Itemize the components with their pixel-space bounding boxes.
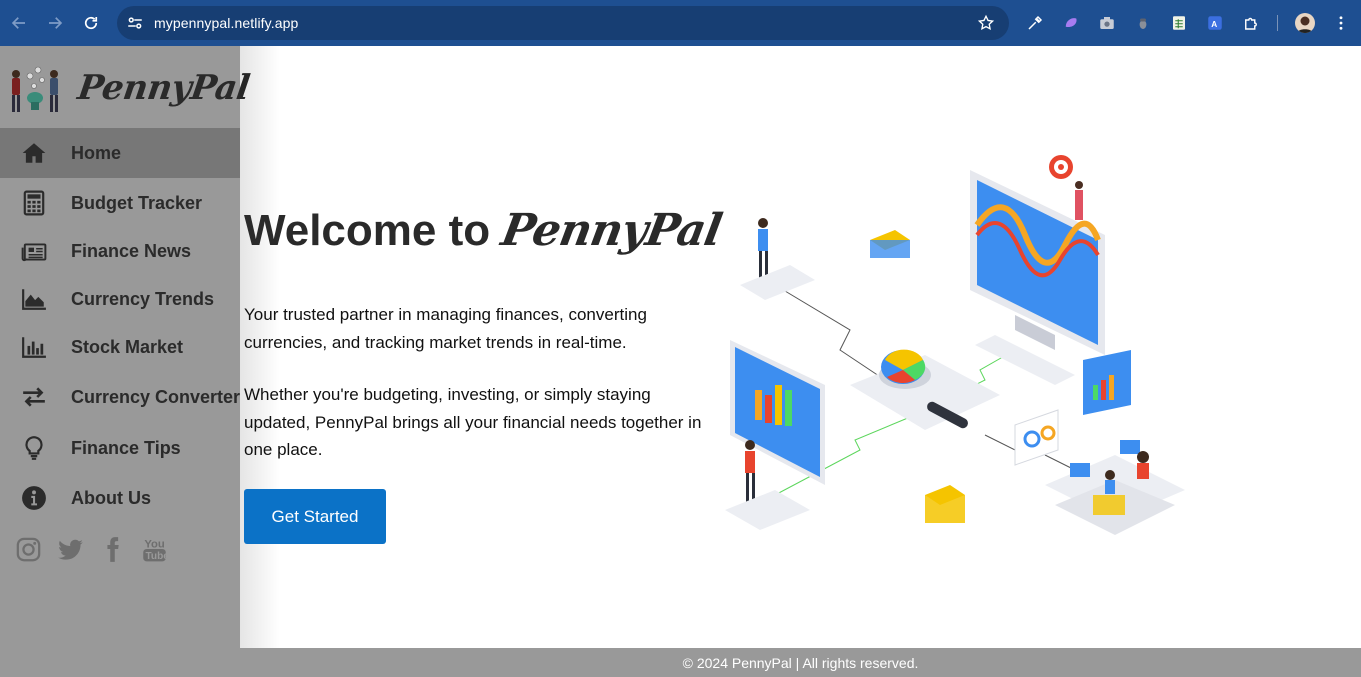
get-started-button[interactable]: Get Started (244, 489, 386, 544)
forward-button[interactable] (43, 11, 67, 35)
sidebar-item-label: Currency Converter (71, 386, 241, 407)
twitter-icon[interactable] (56, 534, 84, 564)
translate-extension[interactable]: A (1205, 13, 1225, 33)
spreadsheet-icon (1173, 16, 1185, 30)
extensions-menu[interactable] (1241, 13, 1261, 33)
sidebar-logo[interactable]: PennyPal (0, 46, 252, 128)
sidebar-item-home[interactable]: Home (0, 128, 240, 178)
browser-menu-button[interactable] (1331, 13, 1351, 33)
sidebar-item-finance-news[interactable]: Finance News (0, 228, 240, 275)
finance-dashboard-illustration (725, 155, 1185, 535)
sidebar-menu: Home Budget Tracker Finance News Currenc… (0, 128, 240, 523)
youtube-icon[interactable]: You Tube (140, 534, 168, 564)
browser-toolbar: mypennypal.netlify.app A (0, 0, 1361, 46)
page-title: Welcome to PennyPal (244, 205, 725, 256)
reload-icon (84, 16, 98, 30)
sidebar: PennyPal Home Budget Tracker Finance New… (0, 46, 252, 677)
logo-wordmark: PennyPal (75, 68, 252, 108)
sidebar-item-currency-trends[interactable]: Currency Trends (0, 275, 240, 323)
arrow-right-icon (49, 17, 63, 29)
sidebar-item-about-us[interactable]: About Us (0, 473, 240, 523)
sheets-extension[interactable] (1169, 13, 1189, 33)
social-links: You Tube (14, 534, 168, 564)
newspaper-icon (20, 238, 48, 266)
title-brand: PennyPal (497, 205, 726, 256)
intro-paragraph: Your trusted partner in managing finance… (244, 305, 647, 352)
toolbar-divider (1277, 15, 1278, 31)
sidebar-item-label: Home (71, 142, 122, 163)
sidebar-item-label: Finance Tips (71, 437, 181, 458)
calculator-icon (20, 189, 48, 217)
profile-avatar[interactable] (1295, 13, 1315, 33)
gradient-shape-icon (1065, 18, 1077, 28)
sidebar-item-stock-market[interactable]: Stock Market (0, 323, 240, 371)
camera-icon (1100, 17, 1114, 29)
bookmark-star-icon[interactable] (977, 14, 995, 32)
footer: © 2024 PennyPal | All rights reserved. (240, 648, 1361, 677)
exchange-icon (20, 383, 48, 411)
profile-photo-icon (1297, 16, 1313, 33)
home-icon (20, 139, 48, 167)
title-prefix: Welcome to (244, 206, 491, 255)
ai-extension[interactable] (1061, 13, 1081, 33)
facebook-icon[interactable] (98, 534, 126, 564)
sidebar-item-label: Stock Market (71, 336, 184, 357)
back-button[interactable] (7, 11, 31, 35)
sidebar-item-label: Finance News (71, 241, 192, 261)
url-text[interactable]: mypennypal.netlify.app (154, 15, 298, 31)
svg-text:You: You (144, 538, 165, 550)
description-paragraph: Whether you're budgeting, investing, or … (244, 385, 702, 459)
puzzle-icon (1245, 17, 1257, 30)
instagram-icon[interactable] (14, 534, 42, 564)
sidebar-item-currency-converter[interactable]: Currency Converter (0, 371, 240, 423)
eyedropper-extension[interactable] (1025, 13, 1045, 33)
info-icon (20, 484, 48, 512)
translate-icon: A (1208, 16, 1222, 30)
kebab-menu-icon (1339, 16, 1343, 30)
reload-button[interactable] (79, 11, 103, 35)
site-settings-icon[interactable] (126, 14, 144, 32)
lightbulb-icon (20, 434, 48, 462)
sidebar-item-finance-tips[interactable]: Finance Tips (0, 423, 240, 473)
eyedropper-icon (1028, 15, 1043, 30)
sidebar-item-label: About Us (71, 487, 151, 508)
svg-text:A: A (1211, 20, 1217, 29)
acorn-extension[interactable] (1133, 13, 1153, 33)
area-chart-icon (20, 285, 48, 313)
svg-text:Tube: Tube (145, 551, 168, 562)
copyright-text: © 2024 PennyPal | All rights reserved. (682, 654, 919, 671)
sidebar-item-label: Budget Tracker (71, 192, 203, 213)
acorn-icon (1139, 18, 1147, 29)
sidebar-item-label: Currency Trends (71, 288, 215, 309)
arrow-left-icon (11, 17, 25, 29)
sidebar-item-budget-tracker[interactable]: Budget Tracker (0, 178, 240, 228)
bar-chart-icon (20, 333, 48, 361)
address-bar[interactable]: mypennypal.netlify.app (117, 6, 1009, 40)
logo-people-icon (12, 66, 58, 112)
screenshot-extension[interactable] (1097, 13, 1117, 33)
